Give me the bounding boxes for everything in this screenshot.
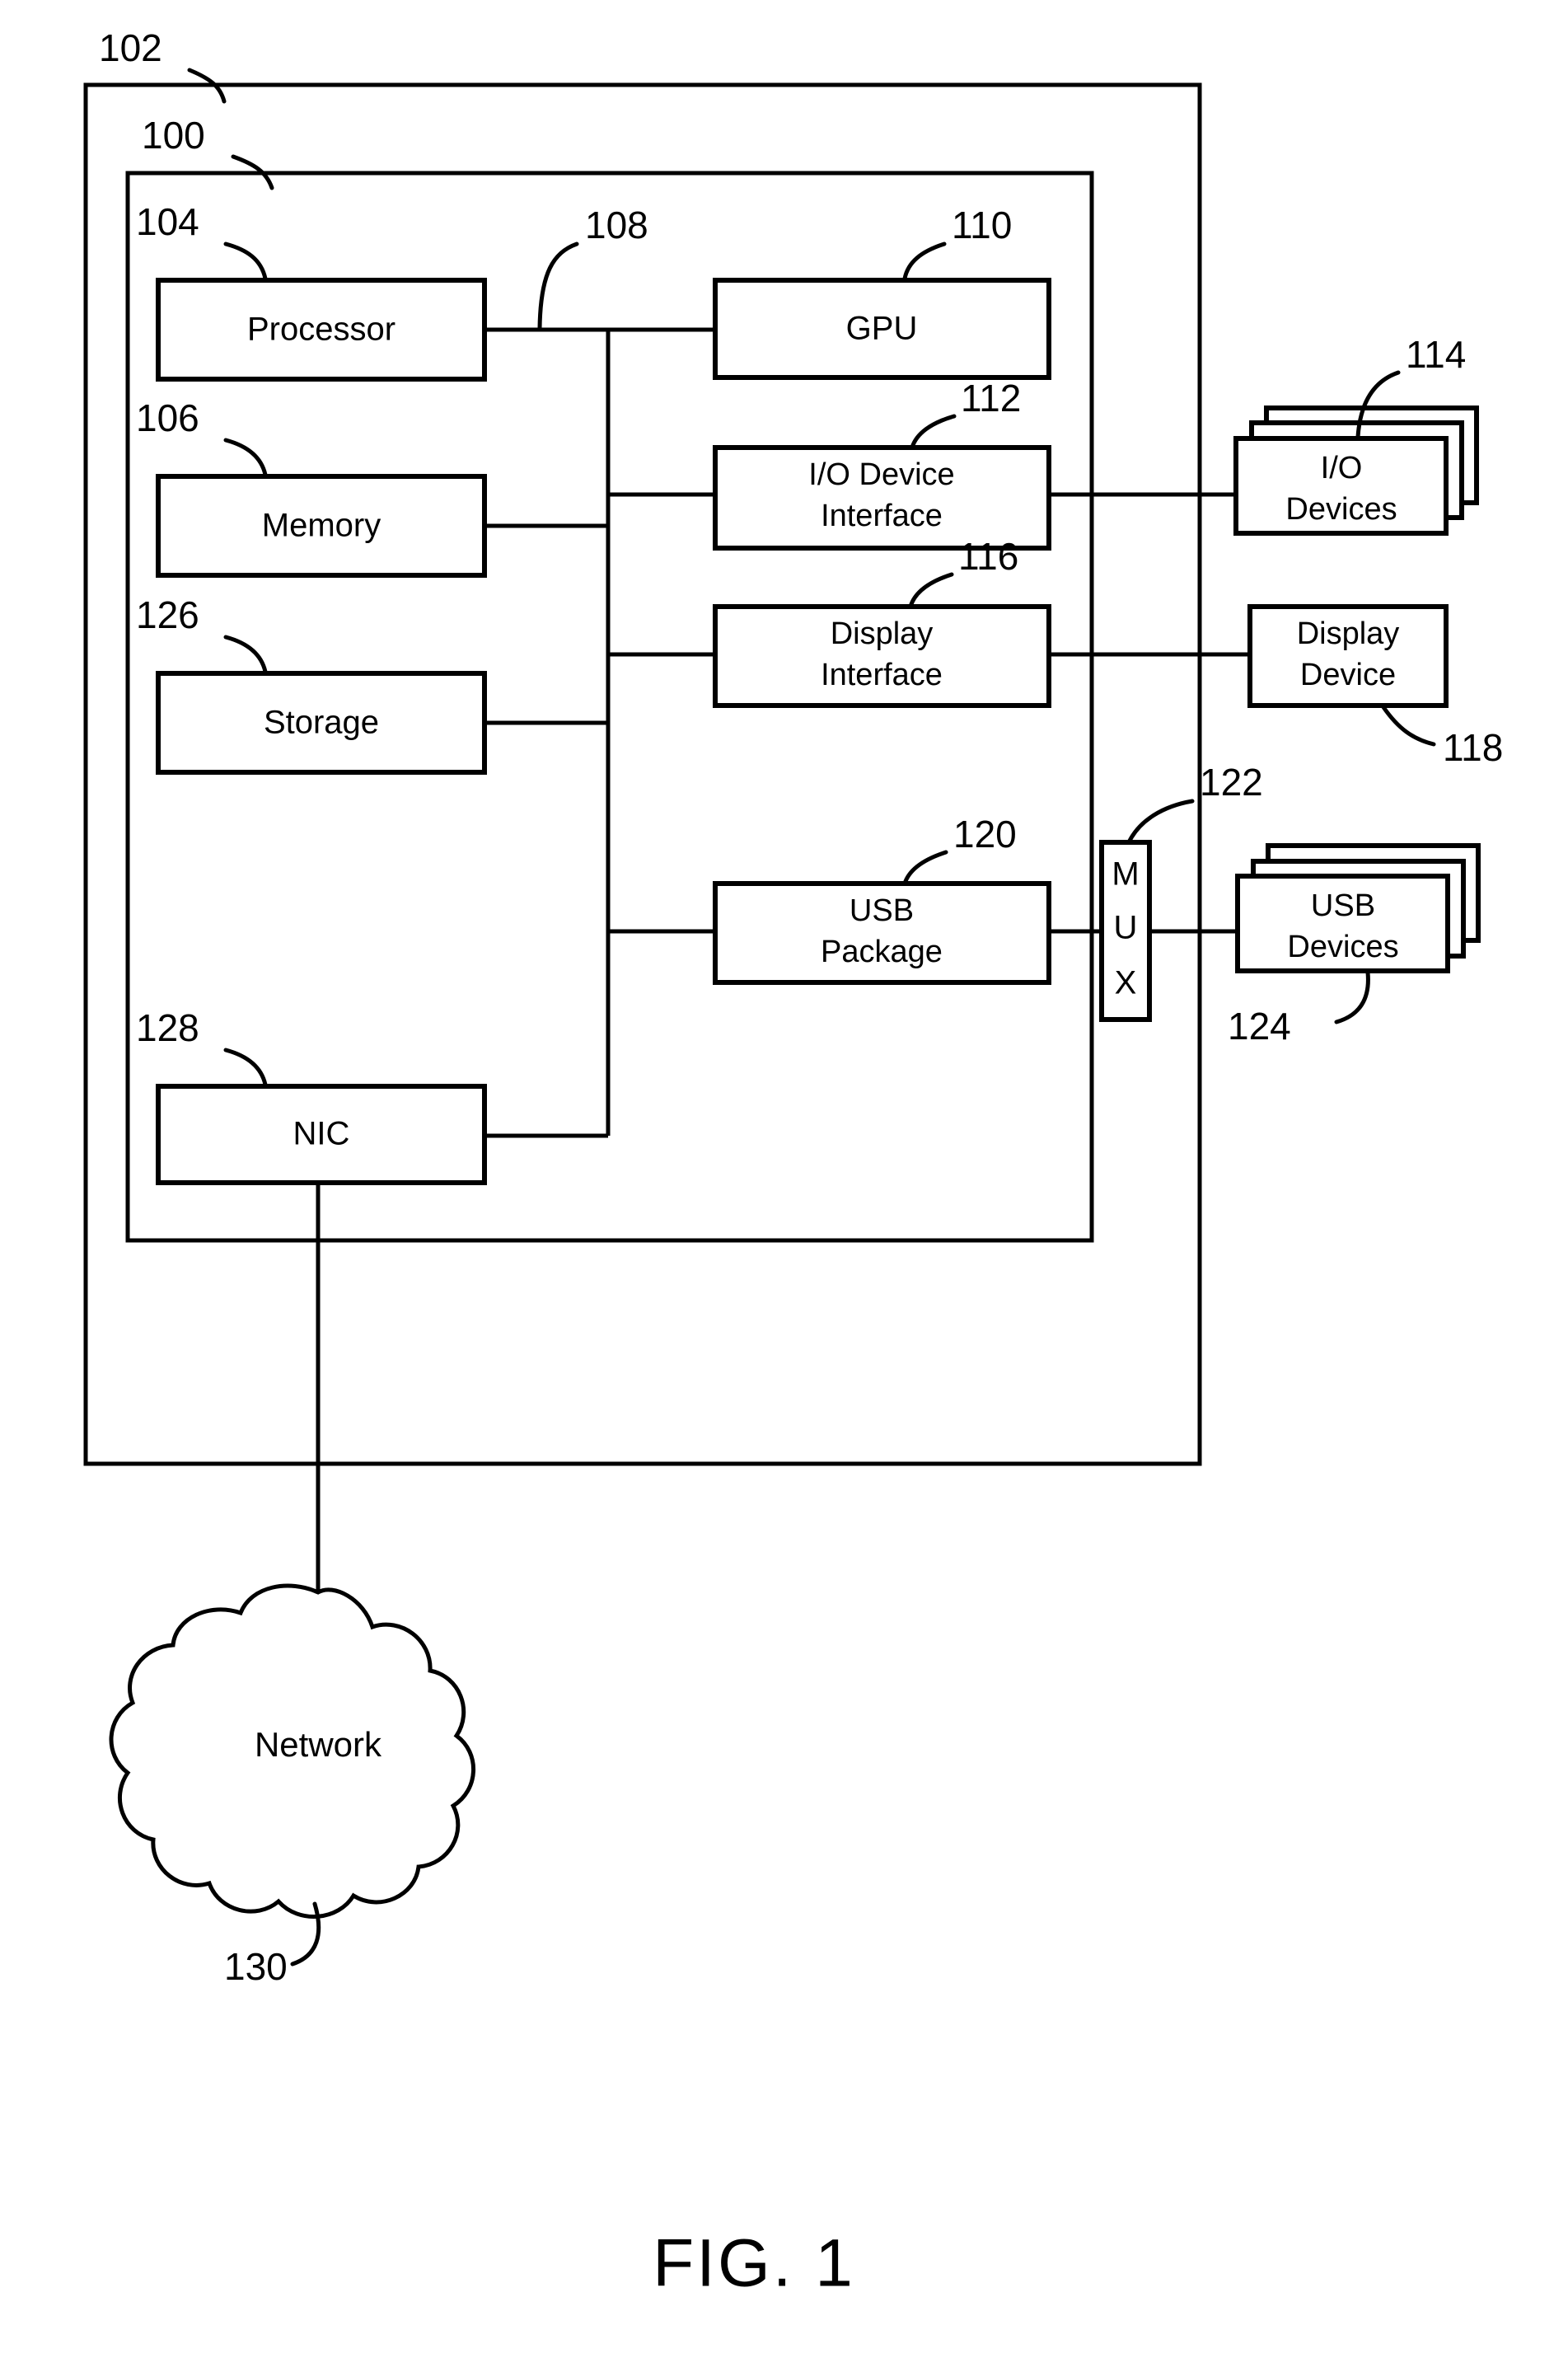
nic-label: NIC [293, 1116, 350, 1152]
ref-number-120: 120 [953, 813, 1017, 856]
processor-label: Processor [247, 312, 396, 348]
usb-devices-label-line2: Devices [1287, 930, 1398, 964]
leader-128 [223, 1048, 268, 1087]
io-device-interface-label-line2: Interface [821, 499, 943, 533]
storage-label: Storage [264, 705, 379, 741]
leader-126 [223, 635, 268, 674]
mux-letter-m: M [1112, 856, 1139, 893]
network-label: Network [255, 1725, 382, 1764]
ref-number-122: 122 [1200, 761, 1263, 804]
ref-number-118: 118 [1443, 726, 1503, 769]
display-interface-label-line1: Display [831, 616, 934, 651]
leader-106 [223, 438, 268, 477]
io-devices-label-line2: Devices [1285, 492, 1397, 527]
leader-118 [1381, 705, 1436, 747]
usb-package-label-line1: USB [850, 893, 914, 928]
ref-number-128: 128 [136, 1006, 199, 1049]
display-device-label-line1: Display [1297, 616, 1400, 651]
ref-number-100: 100 [142, 114, 205, 157]
leader-110 [902, 241, 947, 281]
usb-devices-label-line1: USB [1311, 888, 1375, 923]
ref-number-116: 116 [958, 535, 1018, 578]
ref-number-124: 124 [1228, 1005, 1291, 1048]
ref-number-114: 114 [1406, 333, 1466, 376]
memory-label: Memory [262, 508, 381, 544]
leader-116 [908, 572, 954, 609]
io-device-interface-label-line1: I/O Device [808, 457, 954, 492]
ref-number-110: 110 [952, 204, 1012, 246]
leader-122 [1126, 799, 1195, 845]
mux-letter-x: X [1115, 965, 1137, 1001]
ref-number-102: 102 [99, 26, 162, 69]
ref-number-108: 108 [585, 204, 648, 246]
ref-number-112: 112 [961, 377, 1021, 420]
display-device-label-line2: Device [1300, 658, 1396, 692]
ref-number-126: 126 [136, 593, 199, 636]
figure-caption: FIG. 1 [653, 2226, 855, 2301]
leader-120 [902, 850, 948, 886]
leader-112 [910, 414, 957, 450]
leader-124 [1334, 970, 1370, 1024]
gpu-label: GPU [846, 311, 918, 347]
ref-number-104: 104 [136, 200, 199, 243]
ref-number-106: 106 [136, 396, 199, 439]
usb-package-label-line2: Package [821, 935, 943, 969]
patent-figure: Processor Memory Storage NIC GPU I/O Dev… [0, 0, 1568, 2358]
ref-number-130: 130 [224, 1945, 288, 1988]
block-diagram-canvas: Processor Memory Storage NIC GPU I/O Dev… [83, 26, 1503, 2301]
display-interface-label-line2: Interface [821, 658, 943, 692]
leader-108 [537, 241, 579, 330]
leader-104 [223, 241, 268, 281]
io-devices-label-line1: I/O [1321, 451, 1363, 485]
mux-letter-u: U [1114, 910, 1138, 946]
